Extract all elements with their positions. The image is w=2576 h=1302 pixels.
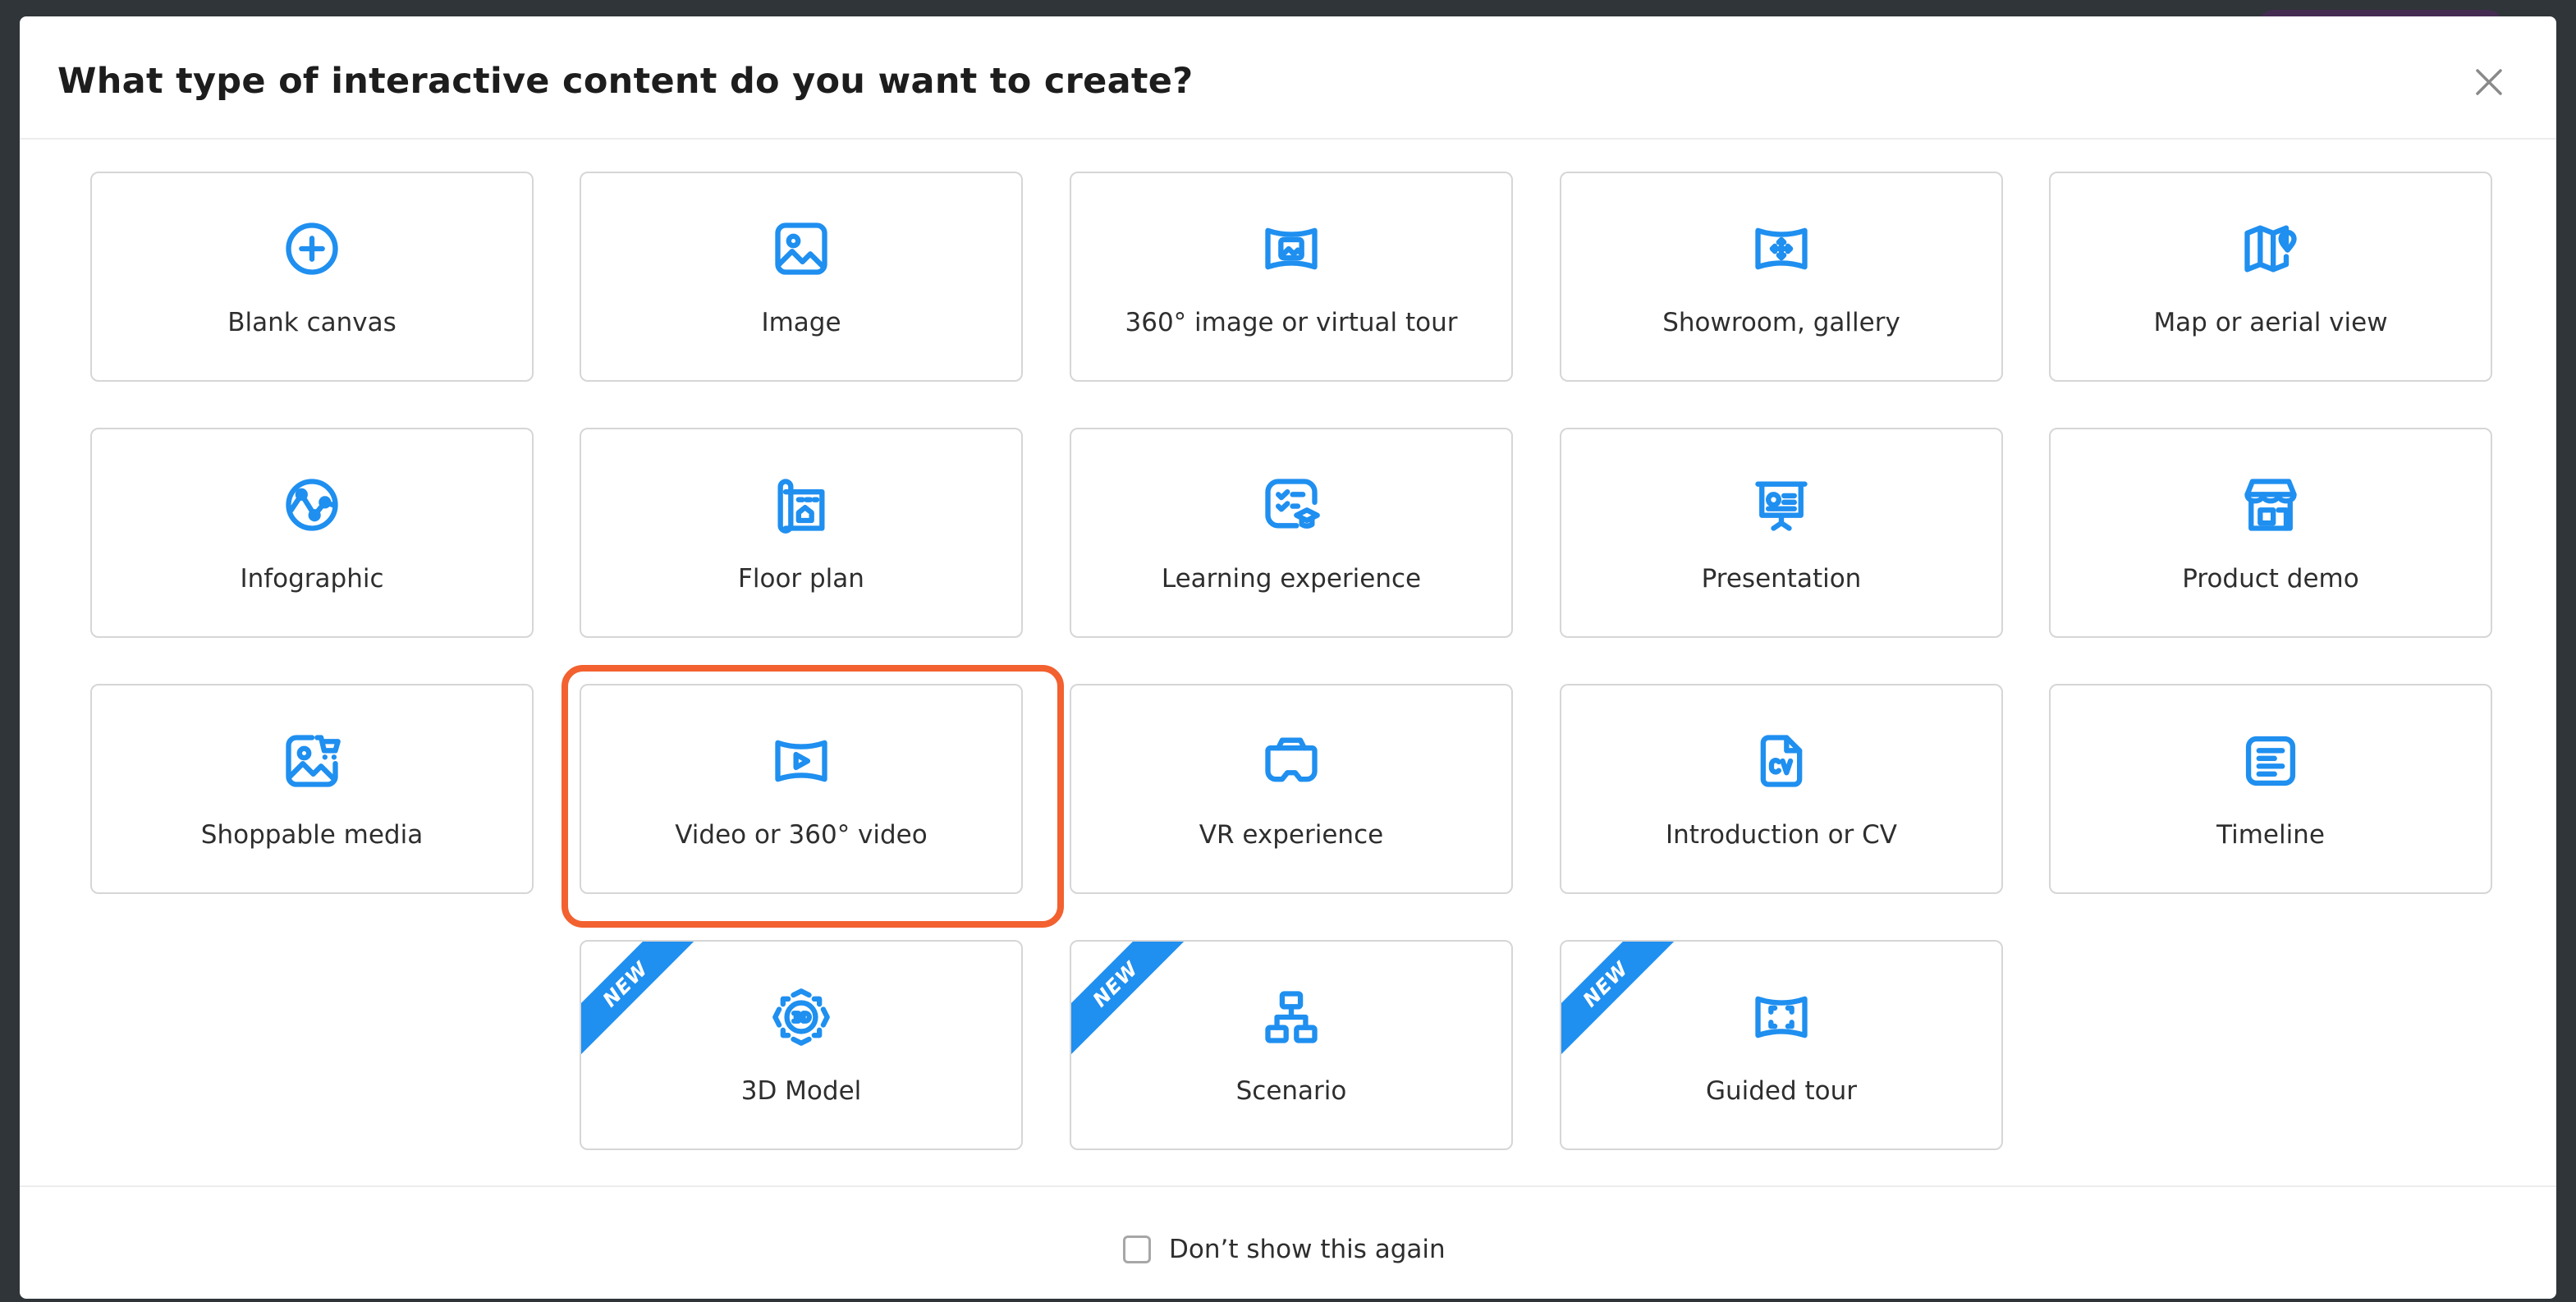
card-label: Scenario: [1235, 1076, 1347, 1106]
card-label: Video or 360° video: [675, 820, 928, 850]
panorama-image-icon: [1265, 227, 1318, 270]
card-product-demo[interactable]: Product demo: [2049, 428, 2492, 638]
card-label: Guided tour: [1705, 1076, 1858, 1106]
floor-plan-icon: [777, 479, 825, 534]
vr-headset-icon: [1265, 737, 1318, 782]
new-badge: NEW: [1561, 942, 1677, 1056]
card-label: Map or aerial view: [2153, 308, 2388, 337]
content-type-dialog: What type of interactive content do you …: [20, 16, 2556, 1299]
card-map-aerial-view[interactable]: Map or aerial view: [2049, 172, 2492, 382]
card-image[interactable]: Image: [580, 172, 1023, 382]
card-label: Product demo: [2182, 564, 2359, 594]
storefront-icon: [2244, 479, 2297, 531]
card-presentation[interactable]: Presentation: [1560, 428, 2003, 638]
content-type-grid: Blank canvas Image 360° image or virtual…: [20, 16, 2556, 1299]
card-blank-canvas[interactable]: Blank canvas: [90, 172, 534, 382]
3d-cube-icon: [772, 988, 830, 1046]
card-timeline[interactable]: Timeline: [2049, 684, 2492, 894]
panorama-video-icon: [775, 740, 827, 782]
card-label: 360° image or virtual tour: [1125, 308, 1458, 337]
card-label: Infographic: [240, 564, 384, 594]
card-label: VR experience: [1199, 820, 1384, 850]
card-label: Showroom, gallery: [1662, 308, 1900, 337]
card-label: Introduction or CV: [1666, 820, 1897, 850]
new-badge: NEW: [1071, 942, 1187, 1056]
image-icon: [775, 222, 827, 275]
card-guided-tour[interactable]: NEW Guided tour: [1560, 940, 2003, 1150]
card-360-image[interactable]: 360° image or virtual tour: [1070, 172, 1513, 382]
dont-show-again-checkbox[interactable]: [1123, 1236, 1151, 1263]
card-video-360-video[interactable]: Video or 360° video: [580, 684, 1023, 894]
card-label: 3D Model: [740, 1076, 862, 1106]
card-vr-experience[interactable]: VR experience: [1070, 684, 1513, 894]
card-3d-model[interactable]: NEW 3D Model: [580, 940, 1023, 1150]
infographic-icon: [286, 479, 338, 531]
card-infographic[interactable]: Infographic: [90, 428, 534, 638]
card-introduction-cv[interactable]: Introduction or CV: [1560, 684, 2003, 894]
dont-show-again-toggle[interactable]: Don’t show this again: [1123, 1233, 1446, 1266]
card-label: Image: [761, 308, 841, 337]
card-showroom-gallery[interactable]: Showroom, gallery: [1560, 172, 2003, 382]
showroom-move-icon: [1755, 227, 1808, 270]
presentation-board-icon: [1755, 481, 1808, 531]
dont-show-again-label: Don’t show this again: [1169, 1235, 1446, 1264]
map-pin-icon: [2244, 225, 2297, 273]
scenario-tree-icon: [1265, 991, 1318, 1043]
card-label: Presentation: [1701, 564, 1862, 594]
card-floor-plan[interactable]: Floor plan: [580, 428, 1023, 638]
plus-circle-icon: [286, 222, 338, 275]
card-shoppable-media[interactable]: Shoppable media: [90, 684, 534, 894]
dialog-footer: Don’t show this again: [20, 1185, 2556, 1299]
cv-document-icon: [1760, 735, 1803, 787]
card-label: Timeline: [2216, 820, 2325, 850]
shoppable-image-cart-icon: [286, 735, 341, 787]
card-learning-experience[interactable]: Learning experience: [1070, 428, 1513, 638]
card-label: Floor plan: [738, 564, 864, 594]
timeline-list-icon: [2245, 736, 2296, 786]
card-label: Learning experience: [1161, 564, 1422, 594]
guided-tour-frame-icon: [1755, 996, 1808, 1038]
card-label: Shoppable media: [200, 820, 424, 850]
card-scenario[interactable]: NEW Scenario: [1070, 940, 1513, 1150]
card-label: Blank canvas: [227, 308, 396, 337]
learning-icon: [1265, 479, 1320, 529]
new-badge: NEW: [581, 942, 697, 1056]
